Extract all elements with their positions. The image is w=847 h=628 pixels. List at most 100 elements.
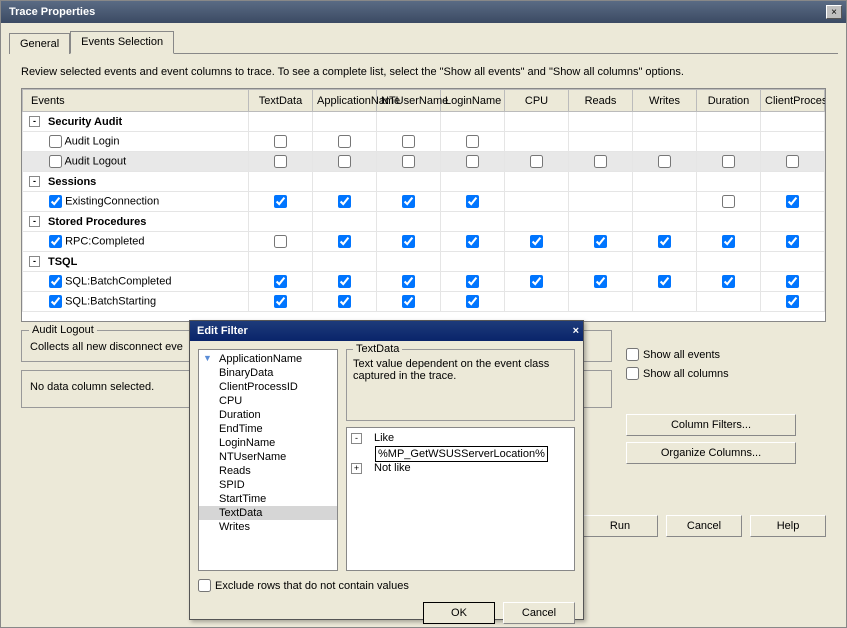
cell[interactable] <box>249 112 313 132</box>
column-checkbox[interactable] <box>402 295 415 308</box>
cell[interactable] <box>697 152 761 172</box>
column-checkbox[interactable] <box>338 275 351 288</box>
cell[interactable] <box>505 232 569 252</box>
tab-events-selection[interactable]: Events Selection <box>70 31 174 54</box>
cell[interactable] <box>569 292 633 312</box>
event-checkbox[interactable] <box>49 295 62 308</box>
cell[interactable] <box>761 192 825 212</box>
column-checkbox[interactable] <box>786 155 799 168</box>
opt-show-columns[interactable]: Show all columns <box>626 367 826 380</box>
collapse-icon[interactable]: - <box>351 433 362 444</box>
table-row[interactable]: -TSQL <box>23 252 825 272</box>
column-list-item[interactable]: Reads <box>199 464 337 478</box>
column-checkbox[interactable] <box>338 195 351 208</box>
cell[interactable] <box>761 112 825 132</box>
cell[interactable] <box>377 132 441 152</box>
cell[interactable] <box>569 192 633 212</box>
column-list[interactable]: ApplicationNameBinaryDataClientProcessID… <box>198 349 338 571</box>
event-checkbox[interactable] <box>49 275 62 288</box>
cell[interactable] <box>633 232 697 252</box>
cell[interactable] <box>377 292 441 312</box>
cell[interactable] <box>313 172 377 192</box>
cell[interactable] <box>697 112 761 132</box>
column-checkbox[interactable] <box>466 295 479 308</box>
column-checkbox[interactable] <box>530 235 543 248</box>
cell[interactable] <box>505 252 569 272</box>
cell[interactable] <box>377 152 441 172</box>
column-checkbox[interactable] <box>722 235 735 248</box>
cell[interactable] <box>697 192 761 212</box>
cell[interactable] <box>313 112 377 132</box>
column-checkbox[interactable] <box>658 275 671 288</box>
cell[interactable] <box>441 292 505 312</box>
column-checkbox[interactable] <box>466 195 479 208</box>
column-list-item[interactable]: TextData <box>199 506 337 520</box>
collapse-icon[interactable]: - <box>29 116 40 127</box>
cell[interactable] <box>249 152 313 172</box>
column-checkbox[interactable] <box>786 235 799 248</box>
event-checkbox[interactable] <box>49 155 62 168</box>
cell[interactable] <box>505 272 569 292</box>
col-header[interactable]: Duration <box>697 90 761 112</box>
table-row[interactable]: ExistingConnection <box>23 192 825 212</box>
cell[interactable] <box>761 272 825 292</box>
cell[interactable] <box>569 152 633 172</box>
cell[interactable] <box>505 292 569 312</box>
column-checkbox[interactable] <box>786 295 799 308</box>
cell[interactable] <box>441 152 505 172</box>
cell[interactable] <box>441 132 505 152</box>
col-header[interactable]: Reads <box>569 90 633 112</box>
cell[interactable] <box>249 232 313 252</box>
cell[interactable] <box>505 112 569 132</box>
cell[interactable] <box>761 212 825 232</box>
run-button[interactable]: Run <box>582 515 658 537</box>
events-grid[interactable]: EventsTextDataApplicationNameNTUserNameL… <box>21 88 826 322</box>
cell[interactable] <box>249 132 313 152</box>
column-checkbox[interactable] <box>722 195 735 208</box>
cell[interactable] <box>697 212 761 232</box>
cell[interactable] <box>633 152 697 172</box>
cell[interactable] <box>569 272 633 292</box>
column-checkbox[interactable] <box>786 275 799 288</box>
column-filters-button[interactable]: Column Filters... <box>626 414 796 436</box>
cell[interactable] <box>441 272 505 292</box>
event-checkbox[interactable] <box>49 235 62 248</box>
cell[interactable] <box>505 132 569 152</box>
cell[interactable] <box>313 232 377 252</box>
cell[interactable] <box>249 172 313 192</box>
like-node[interactable]: - Like <box>351 432 570 444</box>
exclude-row[interactable]: Exclude rows that do not contain values <box>190 579 583 596</box>
event-checkbox[interactable] <box>49 195 62 208</box>
column-list-item[interactable]: BinaryData <box>199 366 337 380</box>
filter-value[interactable]: %MP_GetWSUSServerLocation% <box>351 446 570 462</box>
cell[interactable] <box>761 172 825 192</box>
close-icon[interactable]: × <box>826 5 842 19</box>
cell[interactable] <box>505 212 569 232</box>
collapse-icon[interactable]: - <box>29 256 40 267</box>
cell[interactable] <box>377 172 441 192</box>
column-checkbox[interactable] <box>338 155 351 168</box>
cell[interactable] <box>697 172 761 192</box>
cell[interactable] <box>377 232 441 252</box>
column-checkbox[interactable] <box>722 275 735 288</box>
cell[interactable] <box>569 172 633 192</box>
column-checkbox[interactable] <box>402 275 415 288</box>
column-checkbox[interactable] <box>402 155 415 168</box>
column-checkbox[interactable] <box>594 155 607 168</box>
column-list-item[interactable]: Duration <box>199 408 337 422</box>
ok-button[interactable]: OK <box>423 602 495 624</box>
cell[interactable] <box>441 232 505 252</box>
column-list-item[interactable]: StartTime <box>199 492 337 506</box>
table-row[interactable]: RPC:Completed <box>23 232 825 252</box>
cell[interactable] <box>633 292 697 312</box>
cell[interactable] <box>697 252 761 272</box>
column-list-item[interactable]: CPU <box>199 394 337 408</box>
event-checkbox[interactable] <box>49 135 62 148</box>
dialog-close-icon[interactable]: × <box>573 325 579 337</box>
column-checkbox[interactable] <box>338 235 351 248</box>
cell[interactable] <box>249 252 313 272</box>
cell[interactable] <box>633 132 697 152</box>
table-row[interactable]: -Stored Procedures <box>23 212 825 232</box>
table-row[interactable]: -Sessions <box>23 172 825 192</box>
cell[interactable] <box>441 192 505 212</box>
